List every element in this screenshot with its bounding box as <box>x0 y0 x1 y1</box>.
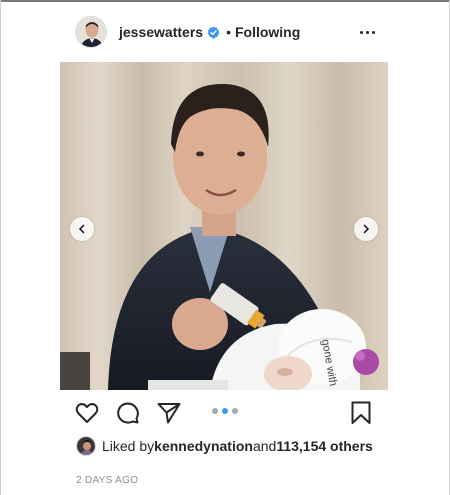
post-header: jessewatters • Following <box>75 14 385 50</box>
next-slide-button[interactable] <box>354 217 378 241</box>
carousel-indicator <box>210 408 240 414</box>
username-link[interactable]: jessewatters <box>119 24 203 40</box>
more-options-icon[interactable] <box>357 22 377 42</box>
chevron-left-icon <box>78 224 85 234</box>
window-top-border <box>0 0 450 2</box>
post-timestamp[interactable]: 2 DAYS AGO <box>76 475 138 486</box>
share-button[interactable] <box>156 400 182 426</box>
avatar-image <box>76 17 106 47</box>
carousel-dot <box>232 408 238 414</box>
paper-plane-icon <box>157 403 181 424</box>
likes-summary: Liked by kennedynation and 113,154 other… <box>76 436 373 456</box>
like-button[interactable] <box>74 400 100 426</box>
action-bar <box>60 400 388 428</box>
post-photo: gone with <box>60 62 388 390</box>
previous-slide-button[interactable] <box>70 217 94 241</box>
liker-avatar-image <box>77 437 95 455</box>
window-left-border <box>0 0 1 495</box>
save-button[interactable] <box>348 400 374 426</box>
user-avatar[interactable] <box>75 16 107 48</box>
liked-by-prefix: Liked by <box>102 438 155 454</box>
bookmark-icon <box>351 401 371 424</box>
others-likes-link[interactable]: 113,154 others <box>276 438 373 454</box>
following-button[interactable]: Following <box>235 24 300 40</box>
comment-button[interactable] <box>115 400 141 426</box>
carousel-dot <box>222 408 228 414</box>
user-line: jessewatters • Following <box>119 24 300 40</box>
separator-dot: • <box>226 24 231 40</box>
liker-username-link[interactable]: kennedynation <box>154 438 253 454</box>
liker-avatar[interactable] <box>76 436 96 456</box>
post-image: gone with <box>60 62 388 390</box>
liked-by-connector: and <box>252 438 277 454</box>
chevron-right-icon <box>363 224 370 234</box>
heart-icon <box>75 403 99 423</box>
carousel-dot <box>212 408 218 414</box>
verified-badge-icon <box>207 25 220 39</box>
comment-icon <box>117 402 139 424</box>
